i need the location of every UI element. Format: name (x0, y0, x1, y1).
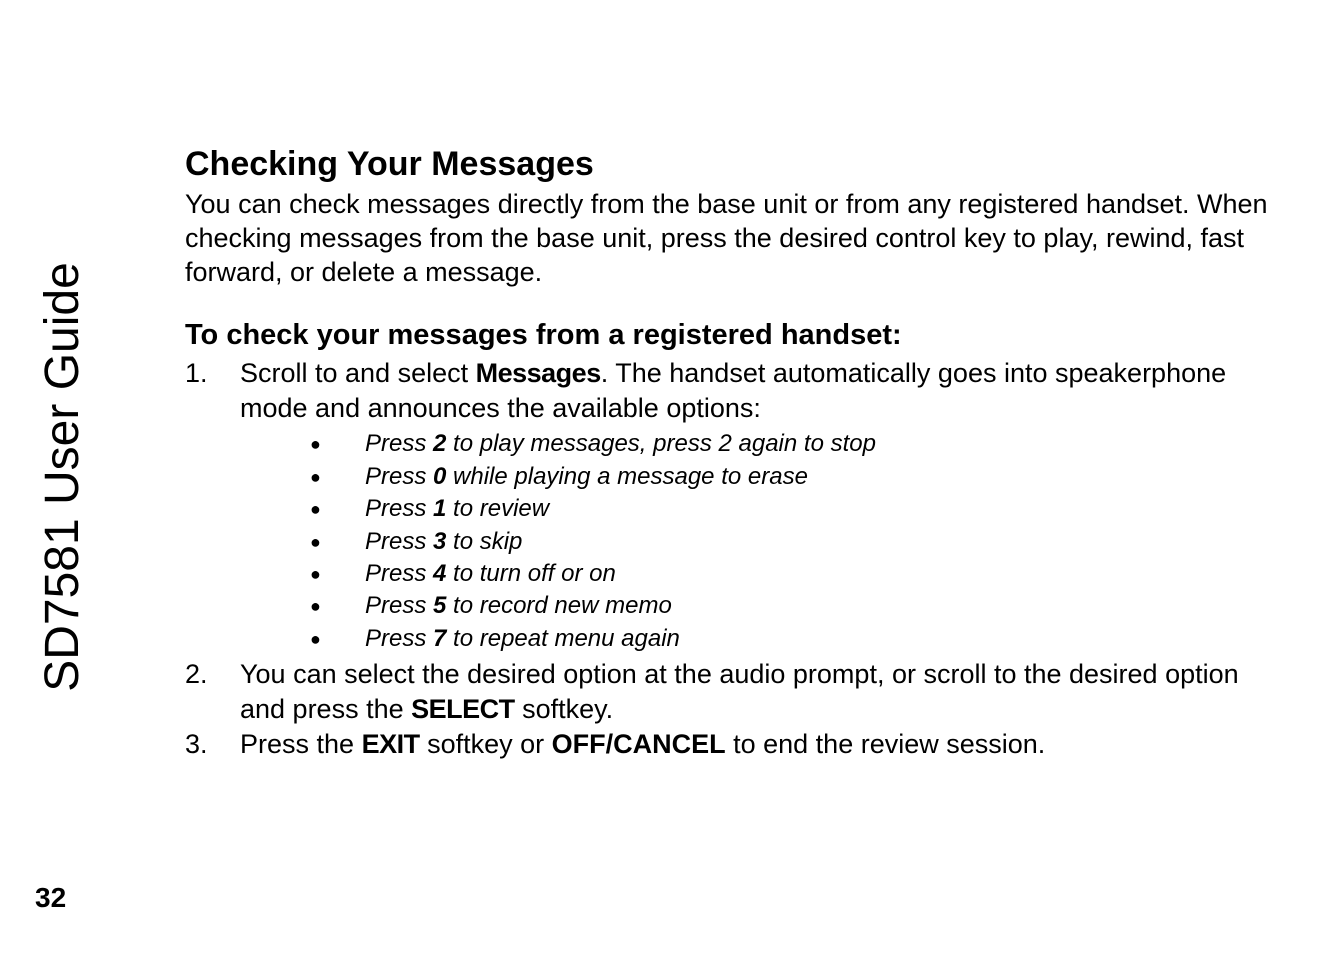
bullet-press-7: ● Press 7 to repeat menu again (310, 623, 1274, 655)
bullet-icon: ● (310, 590, 365, 622)
step-body: You can select the desired option at the… (240, 657, 1274, 727)
step-body: Press the EXIT softkey or OFF/CANCEL to … (240, 727, 1274, 762)
bullet-icon: ● (310, 493, 365, 525)
bullet-text: Press 7 to repeat menu again (365, 623, 1274, 655)
menu-word-messages: Messages (476, 358, 601, 388)
bullet-text: Press 5 to record new memo (365, 590, 1274, 622)
step-text-prefix: Scroll to and select (240, 358, 476, 388)
bullet-text: Press 3 to skip (365, 526, 1274, 558)
bullet-press-0: ● Press 0 while playing a message to era… (310, 461, 1274, 493)
bullet-text: Press 2 to play messages, press 2 again … (365, 428, 1274, 460)
options-bullets: ● Press 2 to play messages, press 2 agai… (310, 428, 1274, 655)
step-1: 1. Scroll to and select Messages. The ha… (185, 356, 1274, 657)
bullet-icon: ● (310, 461, 365, 493)
bullet-icon: ● (310, 558, 365, 590)
steps-list: 1. Scroll to and select Messages. The ha… (185, 356, 1274, 762)
step-2: 2. You can select the desired option at … (185, 657, 1274, 727)
menu-word-select: SELECT (411, 694, 515, 724)
step-number: 3. (185, 727, 240, 762)
step-text-prefix: You can select the desired option at the… (240, 659, 1239, 724)
step-number: 1. (185, 356, 240, 657)
bullet-text: Press 4 to turn off or on (365, 558, 1274, 590)
page-number: 32 (35, 882, 66, 914)
step-3: 3. Press the EXIT softkey or OFF/CANCEL … (185, 727, 1274, 762)
bullet-press-3: ● Press 3 to skip (310, 526, 1274, 558)
bullet-press-5: ● Press 5 to record new memo (310, 590, 1274, 622)
bullet-press-4: ● Press 4 to turn off or on (310, 558, 1274, 590)
subsection-title: To check your messages from a registered… (185, 319, 1274, 352)
step-body: Scroll to and select Messages. The hands… (240, 356, 1274, 657)
bullet-icon: ● (310, 526, 365, 558)
side-label-guide-title: SD7581 User Guide (35, 262, 90, 692)
section-title: Checking Your Messages (185, 145, 1274, 184)
menu-word-exit: EXIT (362, 729, 420, 759)
step-text-mid: softkey or (420, 729, 552, 759)
page-content: Checking Your Messages You can check mes… (185, 145, 1274, 762)
bullet-text: Press 0 while playing a message to erase (365, 461, 1274, 493)
bullet-icon: ● (310, 428, 365, 460)
key-label-off-cancel: OFF/CANCEL (552, 729, 726, 759)
step-text-suffix: softkey. (515, 694, 614, 724)
bullet-press-2: ● Press 2 to play messages, press 2 agai… (310, 428, 1274, 460)
step-text-prefix: Press the (240, 729, 362, 759)
step-text-suffix: to end the review session. (726, 729, 1046, 759)
bullet-icon: ● (310, 623, 365, 655)
step-number: 2. (185, 657, 240, 727)
bullet-text: Press 1 to review (365, 493, 1274, 525)
intro-paragraph: You can check messages directly from the… (185, 188, 1274, 289)
bullet-press-1: ● Press 1 to review (310, 493, 1274, 525)
